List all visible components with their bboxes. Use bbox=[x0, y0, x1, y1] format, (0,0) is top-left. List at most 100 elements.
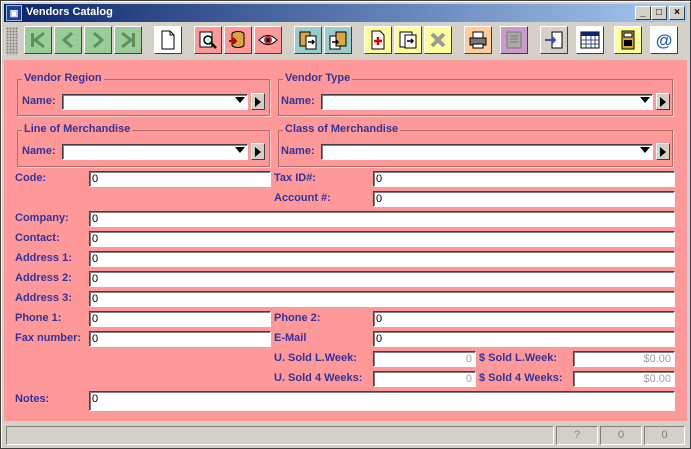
app-logo-icon: ▣ bbox=[6, 5, 22, 21]
email-button[interactable]: @ bbox=[650, 26, 678, 54]
address3-label: Address 3: bbox=[15, 292, 72, 304]
status-bar: ? 0 0 bbox=[4, 424, 687, 446]
calendar-icon bbox=[580, 31, 600, 49]
company-field[interactable]: 0 bbox=[89, 211, 675, 227]
view-icon bbox=[258, 35, 278, 45]
add-record-icon bbox=[371, 30, 385, 50]
code-label: Code: bbox=[15, 172, 47, 184]
svg-text:@: @ bbox=[656, 31, 673, 50]
vendor-region-title: Vendor Region bbox=[22, 72, 104, 84]
status-count-1: 0 bbox=[600, 426, 642, 445]
print-icon bbox=[469, 31, 487, 49]
contact-label: Contact: bbox=[15, 232, 60, 244]
report-button[interactable] bbox=[500, 26, 528, 54]
maximize-button[interactable]: □ bbox=[651, 6, 667, 20]
chevron-down-icon bbox=[235, 97, 245, 103]
first-record-icon bbox=[31, 31, 45, 49]
vendor-form: Vendor Region Name: Vendor Type Name: Li… bbox=[4, 60, 687, 421]
calculator-button[interactable] bbox=[614, 26, 642, 54]
phone1-label: Phone 1: bbox=[15, 312, 62, 324]
calculator-icon bbox=[621, 30, 635, 50]
new-document-button[interactable] bbox=[154, 26, 182, 54]
vendor-region-name-label: Name: bbox=[22, 95, 56, 107]
minimize-button[interactable]: _ bbox=[635, 6, 651, 20]
last-record-icon bbox=[121, 31, 135, 49]
next-record-icon bbox=[93, 31, 105, 49]
view-button[interactable] bbox=[254, 26, 282, 54]
window-title: Vendors Catalog bbox=[26, 6, 113, 18]
contact-field[interactable]: 0 bbox=[89, 231, 675, 247]
find-button[interactable] bbox=[194, 26, 222, 54]
vendor-type-select[interactable] bbox=[321, 94, 653, 110]
find-icon bbox=[199, 31, 217, 49]
email-icon: @ bbox=[656, 31, 673, 50]
class-of-merchandise-name-label: Name: bbox=[281, 145, 315, 157]
chevron-down-icon bbox=[640, 147, 650, 153]
account-field[interactable]: 0 bbox=[373, 191, 675, 207]
vendor-region-select[interactable] bbox=[62, 94, 248, 110]
class-of-merchandise-title: Class of Merchandise bbox=[283, 123, 401, 135]
units-sold-4weeks-label: U. Sold 4 Weeks: bbox=[274, 372, 363, 384]
previous-record-button[interactable] bbox=[54, 26, 82, 54]
units-sold-week-value: 0 bbox=[373, 351, 476, 367]
calendar-button[interactable] bbox=[576, 26, 604, 54]
close-icon: × bbox=[674, 7, 680, 18]
first-record-button[interactable] bbox=[24, 26, 52, 54]
minimize-icon: _ bbox=[640, 7, 646, 18]
class-of-merchandise-select[interactable] bbox=[321, 144, 653, 160]
database-button[interactable] bbox=[224, 26, 252, 54]
delete-record-button[interactable] bbox=[424, 26, 452, 54]
vendors-catalog-window: ▣ Vendors Catalog _ □ × @ Vendor Region … bbox=[0, 0, 691, 449]
arrow-right-icon bbox=[660, 97, 666, 107]
vendor-region-lookup-button[interactable] bbox=[251, 93, 265, 110]
save-record-button[interactable] bbox=[394, 26, 422, 54]
next-record-button[interactable] bbox=[84, 26, 112, 54]
exit-icon bbox=[545, 31, 563, 49]
address3-field[interactable]: 0 bbox=[89, 291, 675, 307]
close-button[interactable]: × bbox=[669, 6, 685, 20]
line-of-merchandise-lookup-button[interactable] bbox=[251, 143, 265, 160]
tax-id-field[interactable]: 0 bbox=[373, 171, 675, 187]
add-record-button[interactable] bbox=[364, 26, 392, 54]
vendor-type-name-label: Name: bbox=[281, 95, 315, 107]
dollars-sold-4weeks-label: $ Sold 4 Weeks: bbox=[479, 372, 563, 384]
title-bar[interactable]: ▣ Vendors Catalog _ □ × bbox=[4, 4, 687, 22]
notes-field[interactable]: 0 bbox=[89, 391, 675, 411]
new-document-icon bbox=[161, 30, 175, 50]
address1-field[interactable]: 0 bbox=[89, 251, 675, 267]
toolbar-grip[interactable] bbox=[6, 27, 18, 55]
company-label: Company: bbox=[15, 212, 69, 224]
import-icon bbox=[329, 31, 347, 50]
import-button[interactable] bbox=[324, 26, 352, 54]
line-of-merchandise-title: Line of Merchandise bbox=[22, 123, 133, 135]
address2-label: Address 2: bbox=[15, 272, 72, 284]
arrow-right-icon bbox=[255, 97, 261, 107]
fax-field[interactable]: 0 bbox=[89, 331, 271, 347]
line-of-merchandise-select[interactable] bbox=[62, 144, 248, 160]
maximize-icon: □ bbox=[655, 7, 663, 18]
units-sold-week-label: U. Sold L.Week: bbox=[274, 352, 357, 364]
save-record-icon bbox=[399, 31, 417, 49]
code-field[interactable]: 0 bbox=[89, 171, 271, 187]
print-button[interactable] bbox=[464, 26, 492, 54]
toolbar: @ bbox=[4, 23, 687, 59]
phone1-field[interactable]: 0 bbox=[89, 311, 271, 327]
vendor-type-lookup-button[interactable] bbox=[656, 93, 670, 110]
line-of-merchandise-name-label: Name: bbox=[22, 145, 56, 157]
status-count-2: 0 bbox=[644, 426, 685, 445]
report-icon bbox=[506, 31, 522, 49]
previous-record-icon bbox=[61, 31, 73, 49]
address2-field[interactable]: 0 bbox=[89, 271, 675, 287]
phone2-field[interactable]: 0 bbox=[373, 311, 675, 327]
last-record-button[interactable] bbox=[114, 26, 142, 54]
arrow-right-icon bbox=[255, 147, 261, 157]
tax-id-label: Tax ID#: bbox=[274, 172, 316, 184]
phone2-label: Phone 2: bbox=[274, 312, 321, 324]
export-button[interactable] bbox=[294, 26, 322, 54]
account-label: Account #: bbox=[274, 192, 331, 204]
email-field[interactable]: 0 bbox=[373, 331, 675, 347]
chevron-down-icon bbox=[235, 147, 245, 153]
class-of-merchandise-lookup-button[interactable] bbox=[656, 143, 670, 160]
dollars-sold-4weeks-value: $0.00 bbox=[573, 371, 675, 387]
exit-button[interactable] bbox=[540, 26, 568, 54]
